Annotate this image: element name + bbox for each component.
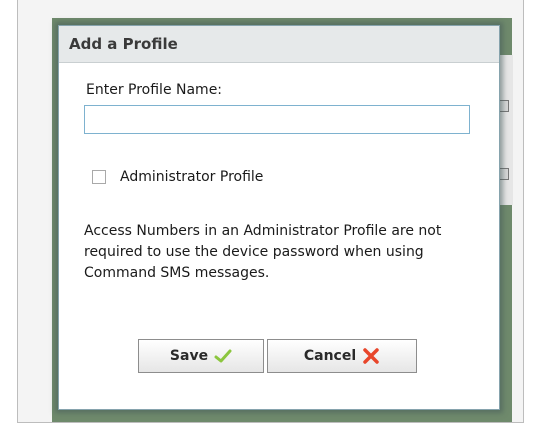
checkmark-icon	[214, 348, 232, 364]
profile-name-input[interactable]	[84, 105, 470, 134]
dialog-title: Add a Profile	[69, 35, 178, 53]
administrator-profile-checkbox[interactable]	[92, 170, 106, 184]
cancel-button-label: Cancel	[303, 348, 357, 364]
administrator-profile-row[interactable]: Administrator Profile	[92, 169, 263, 185]
profile-name-label: Enter Profile Name:	[86, 82, 223, 98]
dialog-titlebar[interactable]: Add a Profile	[59, 26, 499, 63]
save-button[interactable]: Save	[138, 339, 264, 373]
cancel-button[interactable]: Cancel	[267, 339, 417, 373]
x-icon	[362, 347, 380, 365]
add-profile-dialog: Add a Profile Enter Profile Name: Admini…	[58, 25, 500, 410]
help-text: Access Numbers in an Administrator Profi…	[84, 223, 442, 281]
administrator-profile-label[interactable]: Administrator Profile	[120, 169, 263, 185]
save-button-label: Save	[169, 348, 209, 364]
